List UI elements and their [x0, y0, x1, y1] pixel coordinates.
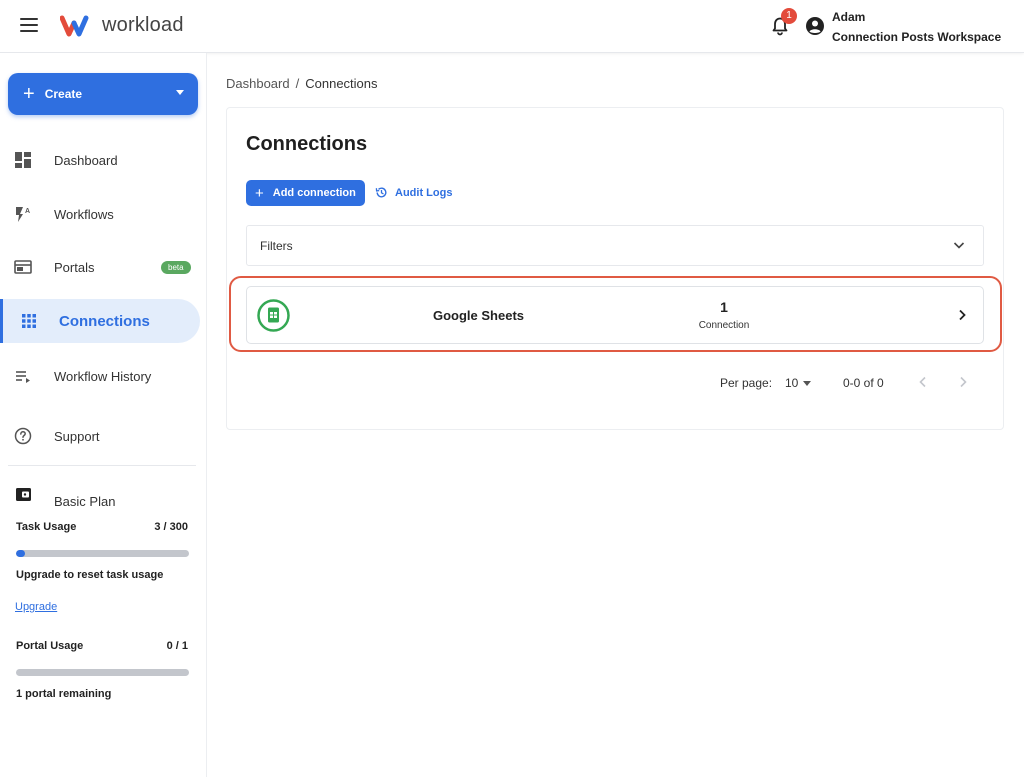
add-connection-button[interactable]: + Add connection [246, 180, 365, 206]
top-bar: workload 1 Adam Connection Posts Workspa… [0, 0, 1024, 53]
caret-down-icon[interactable] [803, 381, 811, 386]
plus-icon: + [255, 184, 264, 202]
sidebar-divider [8, 465, 196, 466]
connection-count: 1 [720, 299, 728, 315]
history-icon [375, 187, 387, 198]
task-usage-bar [16, 550, 189, 557]
caret-down-icon [176, 90, 184, 95]
connection-unit: Connection [698, 320, 750, 331]
portal-remaining: 1 portal remaining [16, 688, 112, 700]
beta-badge: beta [161, 260, 191, 274]
portal-usage-label: Portal Usage [16, 640, 84, 652]
google-sheets-icon [257, 299, 290, 332]
task-usage-count: 3 / 300 [154, 521, 188, 533]
sidebar-item-dashboard[interactable]: Dashboard [0, 138, 200, 182]
menu-icon[interactable] [20, 18, 38, 32]
help-icon [14, 427, 32, 445]
workload-logo-icon [60, 15, 89, 36]
create-button[interactable]: + Create [8, 73, 198, 115]
add-connection-label: Add connection [272, 187, 356, 199]
notification-badge: 1 [781, 8, 797, 24]
per-page-select[interactable]: 10 [785, 376, 798, 390]
svg-text:A: A [25, 208, 30, 215]
audit-logs-label: Audit Logs [395, 186, 453, 199]
sidebar-item-workflow-history[interactable]: Workflow History [0, 354, 200, 398]
connections-icon [22, 314, 36, 328]
upgrade-link[interactable]: Upgrade [15, 601, 57, 613]
portals-icon [14, 260, 32, 274]
breadcrumb: Dashboard / Connections [226, 76, 378, 91]
sidebar-item-label: Support [54, 428, 100, 444]
history-list-icon [16, 371, 30, 383]
sidebar-item-support[interactable]: Support [0, 414, 200, 458]
plus-icon: + [23, 83, 35, 105]
account-icon[interactable] [805, 16, 825, 36]
create-label: Create [44, 87, 83, 101]
workflows-icon: A [16, 207, 30, 222]
filters-label: Filters [260, 239, 293, 253]
logo-text: workload [102, 14, 184, 36]
chevron-right-icon [959, 309, 966, 321]
breadcrumb-current: Connections [305, 76, 378, 91]
user-name[interactable]: Adam [832, 10, 865, 24]
sidebar-item-connections[interactable]: Connections [0, 299, 200, 343]
breadcrumb-root[interactable]: Dashboard [226, 76, 290, 91]
plan-name: Basic Plan [54, 494, 116, 509]
task-usage-fill [16, 550, 25, 557]
sidebar-item-workflows[interactable]: A Workflows [0, 192, 200, 236]
task-usage-label: Task Usage [16, 521, 77, 533]
sidebar-item-label: Dashboard [54, 152, 118, 168]
sidebar-item-label: Connections [59, 312, 150, 330]
workspace-name[interactable]: Connection Posts Workspace [832, 30, 1001, 44]
portal-usage-count: 0 / 1 [166, 640, 188, 652]
upgrade-note: Upgrade to reset task usage [16, 569, 164, 581]
sidebar-item-label: Workflow History [54, 368, 152, 384]
pagination-range: 0-0 of 0 [843, 376, 884, 390]
connection-name: Google Sheets [433, 308, 525, 323]
chevron-right-icon[interactable] [956, 375, 970, 389]
connections-card: Connections + Add connection Audit Logs … [226, 107, 1004, 430]
wallet-icon [16, 488, 31, 501]
sidebar-item-label: Workflows [54, 206, 114, 222]
logo[interactable]: workload [60, 14, 184, 37]
audit-logs-link[interactable]: Audit Logs [375, 186, 452, 199]
sidebar: + Create Dashboard A Workflows Portals b… [0, 53, 207, 777]
sidebar-item-label: Portals [54, 259, 95, 275]
portal-usage-bar [16, 669, 189, 676]
filters-panel[interactable]: Filters [246, 225, 984, 266]
chevron-left-icon[interactable] [916, 375, 930, 389]
per-page-label: Per page: [720, 376, 773, 390]
page-title: Connections [246, 133, 368, 155]
chevron-down-icon [953, 242, 965, 249]
sidebar-item-portals[interactable]: Portals beta [0, 245, 200, 289]
dashboard-icon [15, 152, 31, 168]
connection-row[interactable]: Google Sheets 1 Connection [246, 286, 984, 344]
breadcrumb-separator: / [295, 76, 300, 91]
